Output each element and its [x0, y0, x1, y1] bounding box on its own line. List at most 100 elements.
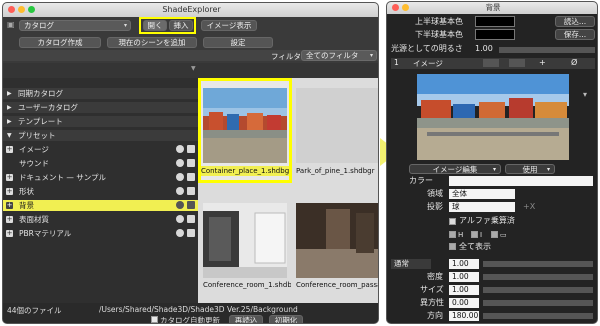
tree-item-shape[interactable]: + 形状	[3, 186, 198, 197]
layer-delete-icon[interactable]: Ø	[571, 58, 577, 67]
layer-add-icon[interactable]: +	[539, 58, 546, 67]
preview-toggle-icon[interactable]: ▾	[583, 90, 593, 100]
size-slider[interactable]	[483, 287, 593, 293]
init-button[interactable]: 初期化	[269, 315, 303, 323]
sync-icon[interactable]	[176, 229, 184, 237]
expand-icon[interactable]: +	[6, 216, 13, 223]
sync-icon[interactable]	[176, 201, 184, 209]
expand-icon[interactable]: +	[6, 188, 13, 195]
density-value[interactable]: 1.00	[449, 272, 479, 282]
color-label: カラー	[409, 176, 433, 185]
repeat-icon: ▭	[500, 231, 507, 239]
option-checkbox-2[interactable]	[471, 231, 478, 238]
brightness-value[interactable]: 1.00	[475, 44, 493, 54]
tree-item-background[interactable]: + 背景	[3, 200, 198, 211]
settings-icon[interactable]	[187, 187, 195, 195]
tree-section-sync[interactable]: ▶ 同期カタログ	[3, 88, 198, 99]
close-window-button[interactable]	[392, 4, 399, 11]
open-button[interactable]: 開く	[143, 20, 167, 31]
settings-icon[interactable]	[187, 229, 195, 237]
sync-icon[interactable]	[176, 173, 184, 181]
tree-section-label: 同期カタログ	[18, 89, 63, 98]
direction-value[interactable]: 180.00	[449, 311, 479, 321]
alpha-checkbox[interactable]	[449, 218, 456, 225]
sync-icon[interactable]	[176, 145, 184, 153]
thumbnail-label: Conference_room_passa	[296, 281, 379, 289]
brightness-slider[interactable]	[499, 47, 595, 53]
sync-icon[interactable]	[176, 159, 184, 167]
tree-item-document[interactable]: + ドキュメント — サンプル	[3, 172, 198, 183]
add-scene-button[interactable]: 現在のシーンを追加	[107, 37, 197, 48]
create-catalog-button[interactable]: カタログ作成	[19, 37, 101, 48]
blend-slider[interactable]	[483, 261, 593, 267]
thumbnail-container-place[interactable]	[203, 88, 287, 163]
tree-section-label: テンプレート	[18, 117, 63, 126]
expand-icon[interactable]: +	[6, 202, 13, 209]
lower-color-swatch[interactable]	[475, 29, 515, 40]
settings-icon[interactable]	[187, 201, 195, 209]
edit-image-button[interactable]: イメージ編集 ▾	[409, 164, 501, 174]
minimize-window-button[interactable]	[18, 6, 25, 13]
option-checkbox-1[interactable]	[449, 231, 456, 238]
settings-icon[interactable]	[187, 173, 195, 181]
settings-icon[interactable]	[187, 215, 195, 223]
chevron-down-icon: ▾	[369, 52, 373, 59]
auto-update-checkbox[interactable]	[151, 316, 158, 323]
disclosure-icon: ▶	[7, 104, 12, 111]
tree-item-pbr[interactable]: + PBRマテリアル	[3, 228, 198, 239]
projection-dropdown[interactable]: 球	[449, 202, 515, 212]
tree-item-label: ドキュメント — サンプル	[19, 173, 107, 182]
blend-value[interactable]: 1.00	[449, 259, 479, 269]
settings-icon[interactable]	[187, 159, 195, 167]
anisotropy-slider[interactable]	[483, 300, 593, 306]
expand-icon[interactable]: +	[6, 230, 13, 237]
use-label: 使用	[522, 165, 538, 174]
tree-section-user[interactable]: ▶ ユーザーカタログ	[3, 102, 198, 113]
save-button[interactable]: 保存...	[555, 29, 595, 40]
thumbnail-conference-room[interactable]	[203, 203, 287, 278]
splitter-bar[interactable]: ▼	[3, 63, 378, 78]
refresh-button[interactable]: 再読込	[229, 315, 263, 323]
use-button[interactable]: 使用 ▾	[505, 164, 555, 174]
show-all-checkbox[interactable]	[449, 243, 456, 250]
layer-type-dropdown[interactable]: イメージ	[413, 58, 443, 69]
upper-color-swatch[interactable]	[475, 16, 515, 27]
settings-icon[interactable]	[187, 145, 195, 153]
anisotropy-value[interactable]: 0.00	[449, 298, 479, 308]
size-value[interactable]: 1.00	[449, 285, 479, 295]
load-button[interactable]: 読込...	[555, 16, 595, 27]
tree-item-image[interactable]: + イメージ	[3, 144, 198, 155]
close-window-button[interactable]	[8, 6, 15, 13]
disclosure-icon: ▶	[7, 118, 12, 125]
layer-paste-icon[interactable]	[509, 59, 525, 67]
tree-item-sound[interactable]: サウンド	[3, 158, 198, 169]
option-checkbox-3[interactable]	[491, 231, 498, 238]
show-all-label: 全て表示	[459, 242, 491, 251]
direction-slider[interactable]	[483, 313, 593, 319]
sync-icon[interactable]	[176, 215, 184, 223]
expand-icon[interactable]: +	[6, 174, 13, 181]
region-dropdown[interactable]: 全体	[449, 189, 515, 199]
expand-icon[interactable]: +	[6, 146, 13, 153]
color-field[interactable]	[449, 176, 593, 186]
layer-number[interactable]: 1	[394, 58, 399, 67]
blend-mode-dropdown[interactable]: 通常	[391, 259, 431, 269]
insert-button[interactable]: 挿入	[169, 20, 193, 31]
layer-copy-icon[interactable]	[483, 59, 499, 67]
filter-dropdown[interactable]: 全てのフィルタ ▾	[301, 50, 377, 61]
thumbnail-conference-passage[interactable]	[296, 203, 378, 278]
thumbnail-park-of-pine[interactable]	[296, 88, 378, 163]
tree-section-preset[interactable]: ▼ プリセット	[3, 130, 198, 141]
sync-icon[interactable]	[176, 187, 184, 195]
tree-section-template[interactable]: ▶ テンプレート	[3, 116, 198, 127]
density-slider[interactable]	[483, 274, 593, 280]
minimize-window-button[interactable]	[402, 4, 409, 11]
show-image-button[interactable]: イメージ表示	[201, 20, 257, 31]
tree-item-surface[interactable]: + 表面材質	[3, 214, 198, 225]
collapse-icon[interactable]: ▼	[191, 65, 196, 72]
catalog-dropdown[interactable]: カタログ ▾	[19, 20, 131, 31]
zoom-window-button[interactable]	[28, 6, 35, 13]
settings-button[interactable]: 設定	[203, 37, 273, 48]
projection-axis[interactable]: +X	[523, 202, 535, 212]
tree-section-label: プリセット	[18, 131, 56, 140]
